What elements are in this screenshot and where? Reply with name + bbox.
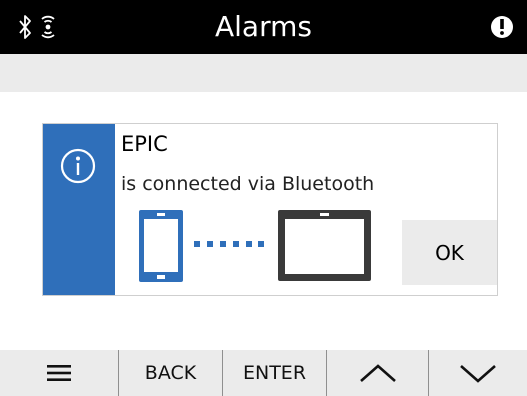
ok-button[interactable]: OK	[402, 220, 497, 285]
header-bar: Alarms	[0, 0, 527, 54]
back-button[interactable]: BACK	[118, 350, 222, 396]
connection-dots	[194, 241, 264, 247]
chevron-down-icon	[460, 365, 496, 383]
info-icon	[60, 148, 96, 184]
menu-icon	[47, 365, 71, 381]
dialog-title: EPIC	[121, 132, 168, 156]
info-panel	[43, 124, 115, 295]
up-button[interactable]	[326, 350, 428, 396]
phone-icon	[139, 210, 183, 282]
status-strip	[0, 54, 527, 92]
menu-button[interactable]	[0, 350, 118, 396]
alert-icon[interactable]	[489, 0, 515, 54]
page-title: Alarms	[215, 10, 312, 43]
chevron-up-icon	[359, 364, 396, 382]
tablet-icon	[278, 210, 371, 281]
softkey-bar: BACK ENTER	[0, 350, 527, 396]
bluetooth-connected-dialog: EPIC is connected via Bluetooth OK	[42, 123, 498, 296]
enter-button[interactable]: ENTER	[222, 350, 326, 396]
down-button[interactable]	[428, 350, 527, 396]
dialog-message: is connected via Bluetooth	[121, 173, 375, 195]
